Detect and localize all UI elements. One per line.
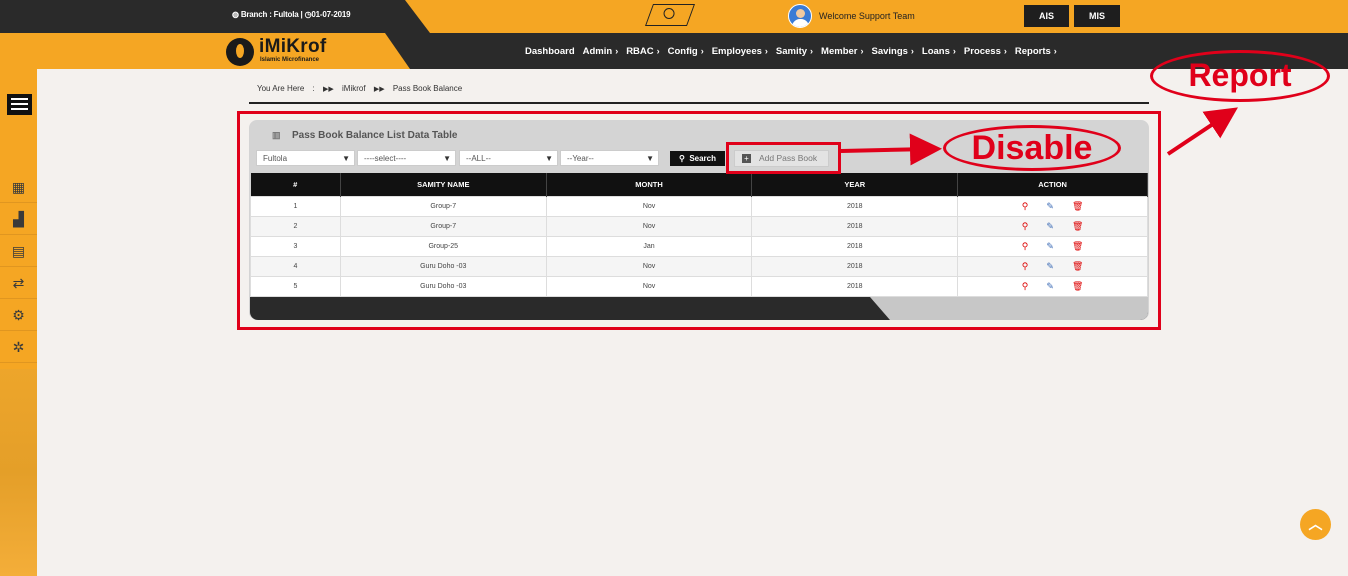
scroll-to-top-button[interactable]: ︿ (1300, 509, 1331, 540)
building-icon[interactable]: ▦ (0, 172, 37, 203)
mis-button[interactable]: MIS (1074, 5, 1120, 27)
menu-savings[interactable]: Savings › (871, 46, 913, 57)
main-menu: Dashboard Admin › RBAC › Config › Employees… (525, 33, 1065, 69)
menu-member[interactable]: Member › (821, 46, 863, 57)
annotation-disable-label: Disable (943, 125, 1121, 171)
menu-employees[interactable]: Employees › (712, 46, 768, 57)
logo-tagline: Islamic Microfinance (260, 57, 320, 63)
printer-icon[interactable]: ▤ (0, 236, 37, 267)
chevron-right-icon: › (952, 45, 956, 56)
menu-dashboard[interactable]: Dashboard (525, 46, 575, 57)
top-bar-dark-section (0, 0, 430, 33)
main-navbar: iMiKrof Islamic Microfinance Dashboard A… (0, 33, 1348, 69)
top-bar: ◍ Branch : Fultola | ◷01-07-2019 Welcome… (0, 0, 1348, 33)
double-chevron-icon: ▶▶ (323, 86, 334, 93)
sidebar: ▦ ▟ ▤ ⇄ ⚙ ✲ (0, 69, 37, 576)
chevron-right-icon: › (810, 45, 814, 56)
chevron-right-icon: › (1003, 45, 1007, 56)
bar-chart-icon[interactable]: ▟ (0, 204, 37, 235)
chevron-right-icon: › (764, 45, 768, 56)
current-date: 01-07-2019 (311, 10, 351, 19)
menu-rbac[interactable]: RBAC › (626, 46, 659, 57)
search-icon (663, 8, 675, 19)
chevron-right-icon: › (656, 45, 660, 56)
gear-icon[interactable]: ✲ (0, 332, 37, 363)
menu-loans[interactable]: Loans › (922, 46, 956, 57)
menu-reports[interactable]: Reports › (1015, 46, 1057, 57)
globe-icon: ◍ (232, 10, 239, 19)
welcome-text: Welcome Support Team (819, 11, 915, 21)
branch-info: ◍ Branch : Fultola | ◷01-07-2019 (232, 10, 351, 19)
chevron-right-icon: › (1053, 45, 1057, 56)
logo-leaf-icon (226, 38, 254, 66)
chevron-right-icon: › (860, 45, 864, 56)
logo-name: iMiKrof (259, 36, 327, 57)
hamburger-menu-icon[interactable] (7, 94, 32, 115)
ais-button[interactable]: AIS (1024, 5, 1069, 27)
breadcrumb-prefix: You Are Here (257, 84, 305, 93)
breadcrumb: You Are Here : ▶▶ iMikrof ▶▶ Pass Book B… (249, 84, 1149, 104)
avatar[interactable] (788, 4, 812, 28)
breadcrumb-item-home[interactable]: iMikrof (342, 84, 366, 93)
chevron-right-icon: › (700, 45, 704, 56)
menu-samity[interactable]: Samity › (776, 46, 813, 57)
menu-process[interactable]: Process › (964, 46, 1007, 57)
menu-admin[interactable]: Admin › (583, 46, 619, 57)
sidebar-decoration (0, 369, 37, 576)
breadcrumb-separator: : (312, 84, 315, 93)
chevron-right-icon: › (910, 45, 914, 56)
logo[interactable]: iMiKrof Islamic Microfinance (226, 36, 396, 66)
double-chevron-icon: ▶▶ (373, 86, 385, 93)
arrow-to-report (1166, 107, 1238, 156)
breadcrumb-item-current: Pass Book Balance (392, 84, 463, 93)
chevron-up-icon: ︿ (1308, 516, 1323, 532)
chevron-right-icon: › (615, 45, 619, 56)
menu-config[interactable]: Config › (668, 46, 704, 57)
branch-label: Branch : Fultola | (240, 10, 303, 19)
transfer-icon[interactable]: ⇄ (0, 268, 37, 299)
annotation-add-button-outline (726, 142, 841, 174)
annotation-report-label: Report (1150, 50, 1330, 102)
global-search-button[interactable] (644, 4, 696, 26)
settings-search-icon[interactable]: ⚙ (0, 300, 37, 331)
